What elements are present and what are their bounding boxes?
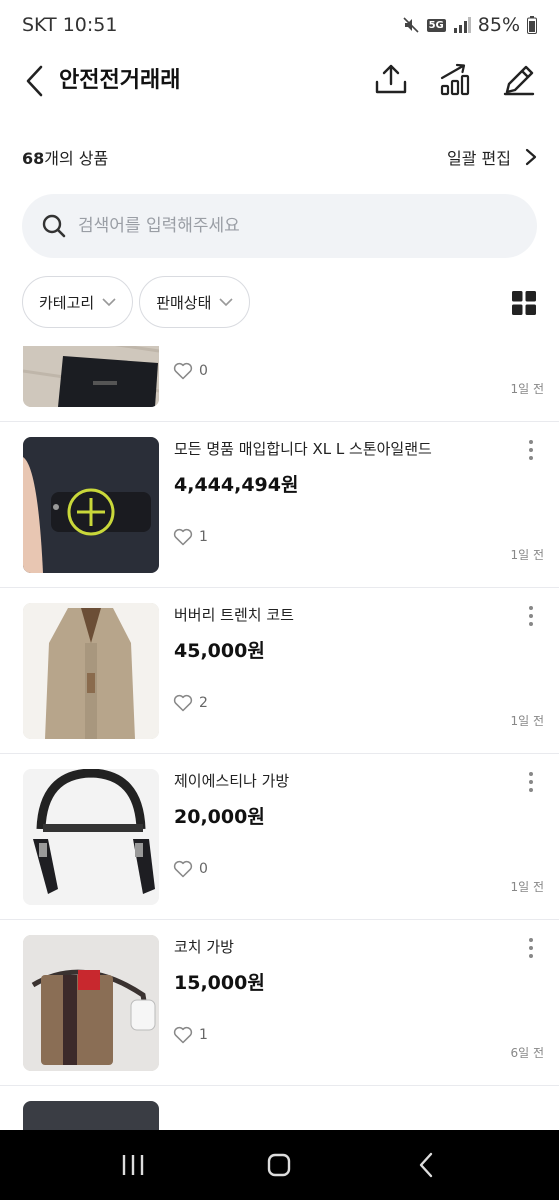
chevron-right-icon — [525, 148, 537, 166]
item-title: 코치 가방 — [174, 938, 234, 956]
system-back-button[interactable] — [406, 1145, 446, 1185]
filter-row: 카테고리 판매상태 — [22, 276, 537, 328]
search-bar[interactable] — [22, 194, 537, 258]
product-thumbnail[interactable] — [23, 346, 159, 407]
heart-icon — [173, 1026, 193, 1044]
carrier-time: SKT 10:51 — [22, 14, 118, 36]
posted-time: 1일 전 — [510, 382, 544, 396]
coach-bag-photo — [23, 935, 159, 1071]
item-title: 버버리 트렌치 코트 — [174, 606, 294, 624]
posted-time: 1일 전 — [510, 880, 544, 894]
sale-status-filter-label: 판매상태 — [156, 293, 212, 312]
grid-icon — [512, 291, 536, 315]
pencil-icon — [503, 65, 535, 96]
heart-icon — [173, 860, 193, 878]
more-options-button[interactable] — [521, 436, 541, 464]
like-count: 1 — [199, 529, 208, 545]
product-thumbnail[interactable] — [23, 769, 159, 905]
like-count: 2 — [199, 695, 208, 711]
search-icon — [42, 214, 66, 238]
heart-icon — [173, 694, 193, 712]
mute-icon — [403, 17, 419, 33]
like-count: 0 — [199, 861, 208, 877]
more-options-button[interactable] — [521, 768, 541, 796]
category-filter-label: 카테고리 — [39, 293, 95, 312]
header-actions — [373, 62, 537, 98]
battery-icon — [527, 16, 537, 34]
posted-time: 6일 전 — [510, 1046, 544, 1060]
system-navigation-bar — [0, 1130, 559, 1200]
item-price: 20,000원 — [174, 806, 265, 828]
like-button[interactable]: 0 — [173, 362, 208, 380]
product-thumbnail[interactable] — [23, 437, 159, 573]
chart-growth-icon — [440, 63, 470, 96]
item-price: 45,000원 — [174, 640, 265, 662]
like-count: 0 — [199, 363, 208, 379]
posted-time: 1일 전 — [510, 714, 544, 728]
bag-photo — [23, 769, 159, 905]
recent-apps-button[interactable] — [113, 1145, 153, 1185]
product-thumbnail[interactable] — [23, 935, 159, 1071]
jacket-photo — [23, 437, 159, 573]
recent-apps-icon — [122, 1155, 144, 1175]
like-button[interactable]: 0 — [173, 860, 208, 878]
back-button[interactable] — [20, 64, 50, 98]
edit-button[interactable] — [501, 62, 537, 98]
chevron-left-icon — [26, 65, 43, 97]
network-badge: 5G — [426, 18, 446, 32]
app-header: 안전전거래래 — [0, 50, 559, 112]
product-thumbnail[interactable] — [23, 603, 159, 739]
like-button[interactable]: 1 — [173, 528, 208, 546]
product-list[interactable]: 0 1일 전 모든 명품 매입합니다 XL L 스톤아일랜드 4,444,494… — [0, 346, 559, 1130]
page-title: 안전전거래래 — [59, 68, 181, 93]
product-thumbnail[interactable] — [23, 1101, 159, 1130]
more-options-button[interactable] — [521, 934, 541, 962]
list-item[interactable]: 코치 가방 15,000원 1 6일 전 — [0, 920, 559, 1086]
heart-icon — [173, 362, 193, 380]
back-arrow-icon — [419, 1152, 433, 1178]
share-button[interactable] — [373, 62, 409, 98]
wallet-photo — [23, 346, 159, 407]
signal-icon — [453, 17, 471, 33]
product-count-number: 68 — [22, 149, 45, 168]
list-item[interactable]: 버버리 트렌치 코트 45,000원 2 1일 전 — [0, 588, 559, 754]
sale-status-filter[interactable]: 판매상태 — [139, 276, 251, 328]
more-options-button[interactable] — [521, 602, 541, 630]
share-icon — [375, 64, 407, 94]
list-item[interactable]: 제이에스티나 가방 20,000원 0 1일 전 — [0, 754, 559, 920]
like-button[interactable]: 1 — [173, 1026, 208, 1044]
list-item[interactable]: 모든 명품 매입합니다 XL L 스톤아일랜드 4,444,494원 1 1일 … — [0, 422, 559, 588]
trench-coat-photo — [23, 603, 159, 739]
battery-percent: 85% — [477, 14, 520, 36]
product-count-suffix: 개의 상품 — [44, 149, 109, 168]
item-price: 4,444,494원 — [174, 474, 299, 496]
chevron-down-icon — [219, 298, 233, 307]
item-title: 제이에스티나 가방 — [174, 772, 290, 790]
item-price: 15,000원 — [174, 972, 265, 994]
status-bar: SKT 10:51 5G 85% — [0, 0, 559, 50]
home-button[interactable] — [259, 1145, 299, 1185]
grid-view-toggle[interactable] — [511, 290, 537, 316]
list-item[interactable]: 0 1일 전 — [0, 346, 559, 422]
list-item[interactable] — [0, 1086, 559, 1130]
posted-time: 1일 전 — [510, 548, 544, 562]
category-filter[interactable]: 카테고리 — [22, 276, 134, 328]
product-count: 68개의 상품 — [22, 145, 108, 169]
bulk-edit-button[interactable]: 일괄 편집 — [447, 145, 537, 169]
home-icon — [268, 1153, 291, 1177]
item-title: 모든 명품 매입합니다 XL L 스톤아일랜드 — [174, 440, 432, 458]
status-icons: 5G 85% — [402, 14, 537, 36]
stats-button[interactable] — [437, 62, 473, 98]
bulk-edit-label: 일괄 편집 — [447, 149, 511, 168]
chevron-down-icon — [102, 298, 116, 307]
like-count: 1 — [199, 1027, 208, 1043]
search-input[interactable] — [78, 216, 498, 236]
summary-row: 68개의 상품 일괄 편집 — [22, 140, 537, 174]
heart-icon — [173, 528, 193, 546]
like-button[interactable]: 2 — [173, 694, 208, 712]
